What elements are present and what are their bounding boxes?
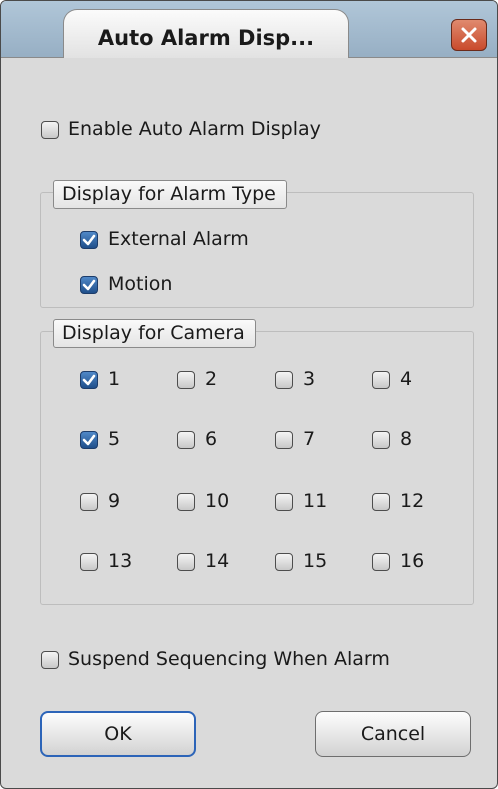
camera-8-label: 8 <box>400 428 413 450</box>
checkmark-icon <box>82 374 96 386</box>
external-alarm-label: External Alarm <box>108 228 249 250</box>
camera-11-label: 11 <box>303 490 328 512</box>
camera-4-checkbox[interactable] <box>372 371 390 389</box>
enable-auto-alarm-label: Enable Auto Alarm Display <box>68 118 321 140</box>
title-bar[interactable]: Auto Alarm Disp... <box>1 1 497 58</box>
camera-3-checkbox[interactable] <box>275 371 293 389</box>
camera-1-label: 1 <box>108 368 121 390</box>
camera-group-title: Display for Camera <box>53 319 256 348</box>
camera-15-label: 15 <box>303 550 328 572</box>
camera-9-label: 9 <box>108 490 121 512</box>
camera-10-checkbox[interactable] <box>177 493 195 511</box>
camera-5-label: 5 <box>108 428 121 450</box>
camera-1-checkbox[interactable] <box>80 371 98 389</box>
motion-checkbox[interactable] <box>80 276 98 294</box>
camera-15-checkbox[interactable] <box>275 553 293 571</box>
close-icon <box>461 27 477 43</box>
camera-16-label: 16 <box>400 550 425 572</box>
camera-11-checkbox[interactable] <box>275 493 293 511</box>
camera-7-checkbox[interactable] <box>275 431 293 449</box>
checkmark-icon <box>82 434 96 446</box>
camera-14-label: 14 <box>205 550 230 572</box>
camera-6-checkbox[interactable] <box>177 431 195 449</box>
auto-alarm-dialog: Auto Alarm Disp... Enable Auto Alarm Dis… <box>0 0 498 789</box>
camera-10-label: 10 <box>205 490 230 512</box>
alarm-type-group <box>40 192 474 308</box>
camera-6-label: 6 <box>205 428 218 450</box>
camera-4-label: 4 <box>400 368 413 390</box>
camera-12-checkbox[interactable] <box>372 493 390 511</box>
checkmark-icon <box>82 234 96 246</box>
camera-16-checkbox[interactable] <box>372 553 390 571</box>
camera-13-label: 13 <box>108 550 133 572</box>
alarm-type-group-title: Display for Alarm Type <box>53 180 287 209</box>
camera-2-label: 2 <box>205 368 218 390</box>
camera-13-checkbox[interactable] <box>80 553 98 571</box>
external-alarm-checkbox[interactable] <box>80 231 98 249</box>
window-title: Auto Alarm Disp... <box>97 26 315 50</box>
suspend-sequencing-label: Suspend Sequencing When Alarm <box>68 648 390 670</box>
camera-5-checkbox[interactable] <box>80 431 98 449</box>
camera-2-checkbox[interactable] <box>177 371 195 389</box>
camera-8-checkbox[interactable] <box>372 431 390 449</box>
checkmark-icon <box>82 279 96 291</box>
camera-9-checkbox[interactable] <box>80 493 98 511</box>
camera-12-label: 12 <box>400 490 425 512</box>
camera-14-checkbox[interactable] <box>177 553 195 571</box>
title-tab: Auto Alarm Disp... <box>63 9 349 58</box>
enable-auto-alarm-checkbox[interactable] <box>41 121 59 139</box>
camera-3-label: 3 <box>303 368 316 390</box>
ok-button[interactable]: OK <box>40 711 196 757</box>
close-button[interactable] <box>451 19 487 51</box>
suspend-sequencing-checkbox[interactable] <box>41 651 59 669</box>
camera-7-label: 7 <box>303 428 316 450</box>
cancel-button[interactable]: Cancel <box>315 711 471 757</box>
motion-label: Motion <box>108 273 173 295</box>
